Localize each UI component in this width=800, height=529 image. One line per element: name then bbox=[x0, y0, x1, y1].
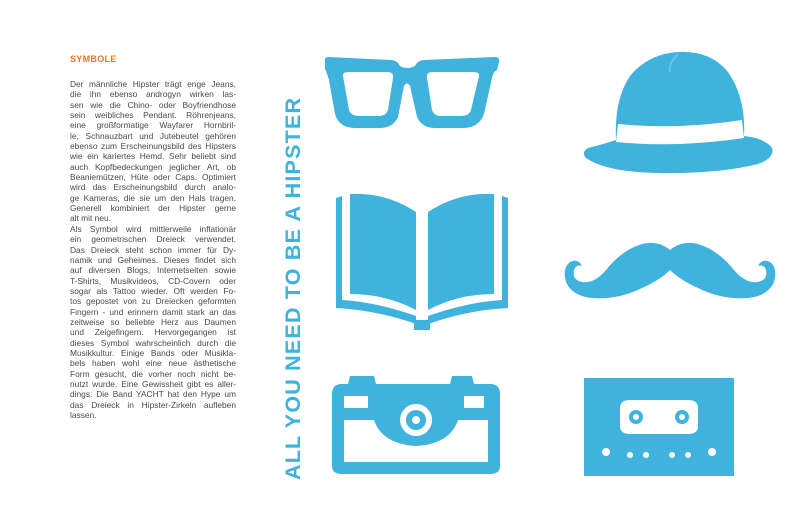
body-text-line: auf diversen Blogs, Internetseiten sowie bbox=[70, 265, 236, 276]
body-text-line: lassen. bbox=[70, 410, 97, 420]
body-text-line: alt mit neu. bbox=[70, 213, 111, 224]
body-text-line: namik und Geheimes. Dieses findet sich bbox=[70, 254, 236, 265]
body-text-line: ge Kameras, die sie um den Hals tragen. bbox=[70, 192, 236, 203]
body-text-line: dieses Symbol wahrscheinlich durch die bbox=[70, 337, 236, 348]
section-heading: SYMBOLE bbox=[70, 54, 117, 64]
body-text-line: Als Symbol wird mittlerweile inflationär bbox=[70, 223, 236, 234]
body-text-line: bels haben wohl eine neue ästhetische bbox=[70, 358, 236, 369]
cassette-icon bbox=[584, 378, 734, 476]
vertical-title: ALL YOU NEED TO BE A HIPSTER bbox=[281, 96, 305, 480]
page: SYMBOLE Der männliche Hipster trägt enge… bbox=[0, 0, 800, 529]
mustache-icon bbox=[564, 242, 776, 299]
body-text-line: tos gepostet von zu Dreiecken geformten bbox=[70, 296, 236, 307]
body-text-line: das Dreieck in Hipster-Zirkeln aufleben bbox=[70, 399, 236, 410]
body-text-line: sogar als Tattoo wieder. Oft werden Fo- bbox=[70, 285, 236, 296]
body-text-line: Beaniemützen, Hüte oder Caps. Optimiert bbox=[70, 172, 236, 183]
body-text-line: Generell kombiniert der Hipster gerne bbox=[70, 203, 236, 214]
body-text-line: wird das Erscheinungsbild durch analo- bbox=[70, 182, 236, 193]
body-text-line: ein geometrischen Dreieck verwendet. bbox=[70, 234, 236, 245]
body-text-line: ebenso zum Erscheinungsbild des Hipsters bbox=[70, 141, 236, 152]
camera-icon bbox=[332, 376, 500, 474]
body-text-line: wie ein kariertes Hemd. Sehr beliebt sin… bbox=[70, 151, 236, 162]
body-text-line: dings: Die Band YACHT hat den Hype um bbox=[70, 389, 236, 400]
book-icon bbox=[336, 193, 508, 330]
body-text-line: Das Dreieck steht schon immer für Dy- bbox=[70, 244, 236, 255]
body-text-line: Form gesucht, die vorher noch nicht be- bbox=[70, 368, 236, 379]
body-text-line: zeitweise so beliebte Herz aus Daumen bbox=[70, 316, 236, 327]
body-text-line: nutzt wurde. Eine Gewissheit gibt es all… bbox=[70, 378, 236, 389]
body-text-line: eine großformatige Wayfarer Hornbril- bbox=[70, 120, 236, 131]
body-text-line: T-Shirts, Musikvideos, CD-Covern oder bbox=[70, 275, 236, 286]
body-text-line: Fingern - und erinnern damit stark an da… bbox=[70, 306, 236, 317]
body-text-line: auch Kopfbedeckungen jeglicher Art, ob bbox=[70, 161, 236, 172]
body-text-line: sein weibliches Pendant. Röhrenjeans, bbox=[70, 110, 236, 121]
body-text-line: sen wie die Chino- oder Boyfriendhose bbox=[70, 99, 236, 110]
body-text-line: und Zeigefingern. Hervorgegangen ist bbox=[70, 327, 236, 338]
body-text-line: die ihn ebenso androgyn wirken las- bbox=[70, 89, 236, 100]
body-text-line: le, Schnauzbart und Jutebeutel gehören bbox=[70, 130, 236, 141]
body-text-line: Musikkultur. Einige Bands oder Musikla- bbox=[70, 347, 236, 358]
hat-icon bbox=[583, 51, 773, 174]
body-text-line: Der männliche Hipster trägt enge Jeans, bbox=[70, 79, 236, 89]
glasses-icon bbox=[324, 57, 500, 128]
body-text: Der männliche Hipster trägt enge Jeans, d… bbox=[70, 79, 236, 420]
